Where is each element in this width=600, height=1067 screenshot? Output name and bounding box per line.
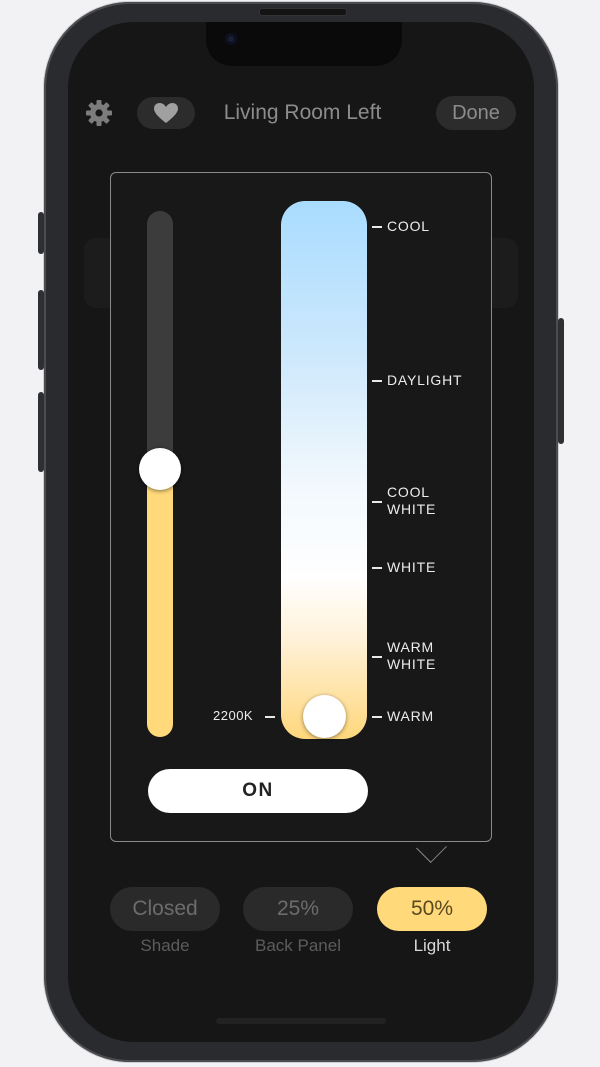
volume-down-button: [38, 392, 44, 472]
temperature-label-line: COOL: [387, 217, 430, 234]
temperature-label: COOL: [387, 218, 430, 235]
temperature-tick: [372, 380, 382, 382]
temperature-tick: [372, 567, 382, 569]
action-button: [38, 212, 44, 254]
temperature-label-line: WHITE: [387, 558, 437, 575]
notch: [206, 22, 402, 66]
power-toggle-button[interactable]: ON: [148, 769, 368, 813]
device-chip-label: Shade: [140, 936, 190, 955]
favorite-button[interactable]: [137, 97, 195, 129]
brightness-slider-handle[interactable]: [139, 447, 181, 490]
temperature-label: COOL WHITE: [387, 484, 436, 518]
home-indicator: [216, 1018, 386, 1024]
device-chip-light[interactable]: 50%: [377, 887, 487, 931]
color-temperature-slider[interactable]: [281, 201, 367, 739]
speaker-grille: [259, 8, 347, 16]
kelvin-readout: 2200K: [213, 708, 254, 723]
volume-up-button: [38, 290, 44, 370]
temperature-label-line: WARM: [387, 707, 435, 724]
color-temperature-handle[interactable]: [303, 695, 346, 738]
power-button: [558, 318, 564, 444]
temperature-label-line: COOL: [387, 484, 430, 500]
brightness-fill: [147, 468, 173, 737]
temperature-tick: [372, 716, 382, 718]
kelvin-tick: [265, 716, 275, 718]
temperature-label: DAYLIGHT: [387, 372, 462, 389]
temperature-tick: [372, 226, 382, 228]
temperature-tick: [372, 501, 382, 503]
gear-icon: [86, 100, 112, 126]
temperature-label: WHITE: [387, 559, 436, 576]
device-chip-shade[interactable]: Closed: [110, 887, 220, 931]
device-chip-label: Back Panel: [255, 936, 341, 955]
temperature-label-line: WHITE: [387, 656, 437, 672]
heart-icon: [154, 103, 178, 123]
device-chip-label: Light: [413, 936, 451, 955]
settings-button[interactable]: [84, 98, 114, 128]
page-title: Living Room Left: [223, 101, 382, 124]
camera-icon: [225, 33, 237, 45]
device-chip-back-panel[interactable]: 25%: [243, 887, 353, 931]
temperature-label-line: WHITE: [387, 501, 437, 517]
temperature-label: WARM: [387, 708, 434, 725]
temperature-label-line: DAYLIGHT: [387, 371, 463, 388]
done-button[interactable]: Done: [436, 96, 516, 130]
temperature-label-line: WARM: [387, 639, 435, 655]
temperature-label: WARM WHITE: [387, 639, 436, 673]
temperature-tick: [372, 656, 382, 658]
